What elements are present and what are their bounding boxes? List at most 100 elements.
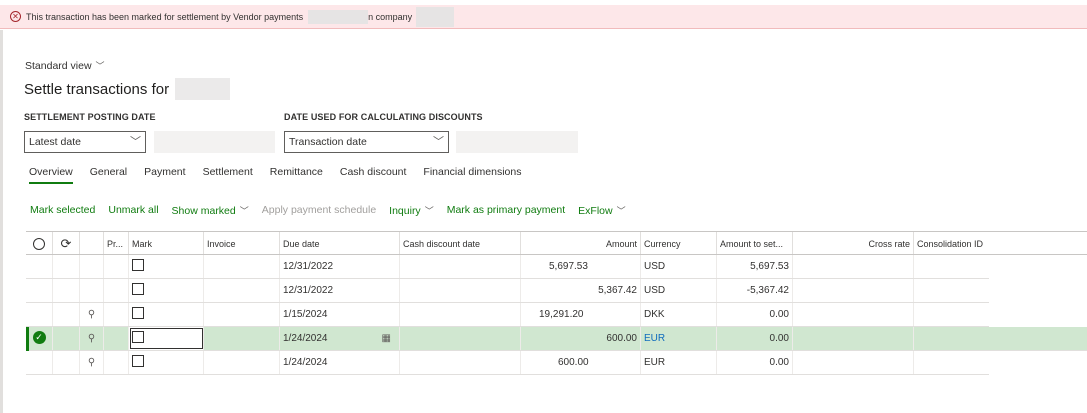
column-header-cross-rate[interactable]: Cross rate xyxy=(793,232,914,254)
column-header-currency[interactable]: Currency xyxy=(641,232,717,254)
currency-cell: DKK xyxy=(641,303,717,326)
tab-settlement[interactable]: Settlement xyxy=(203,166,253,184)
error-circle-icon: ✕ xyxy=(10,11,21,22)
cross-rate-cell xyxy=(793,327,914,350)
row-blank-cell xyxy=(53,351,80,374)
apply-payment-schedule-button[interactable]: Apply payment schedule xyxy=(262,204,376,217)
refresh-icon: ⟳ xyxy=(60,236,72,251)
tab-general[interactable]: General xyxy=(90,166,127,184)
row-pr-cell xyxy=(104,279,129,302)
chevron-down-icon: ﹀ xyxy=(616,206,626,216)
exflow-button[interactable]: ExFlow ﹀ xyxy=(578,204,625,217)
view-label: Standard view xyxy=(25,59,92,72)
discount-date-select[interactable]: Transaction date ﹀ xyxy=(284,131,449,153)
redacted-text xyxy=(175,78,231,100)
currency-cell: USD xyxy=(641,255,717,278)
settlement-date-field xyxy=(154,131,275,153)
refresh-button[interactable]: ⟳ xyxy=(53,232,80,254)
row-select-cell[interactable] xyxy=(26,279,53,302)
amount-to-settle-cell[interactable]: 0.00 xyxy=(717,351,793,374)
row-blank-cell xyxy=(53,279,80,302)
calendar-icon[interactable]: ▦ xyxy=(382,327,391,350)
show-marked-button[interactable]: Show marked ﹀ xyxy=(172,204,249,217)
mark-checkbox[interactable] xyxy=(132,355,144,368)
consolidation-id-cell xyxy=(914,351,989,374)
amount-to-settle-cell[interactable]: 0.00 xyxy=(717,327,793,350)
mark-cell[interactable] xyxy=(129,279,204,302)
consolidation-id-cell xyxy=(914,303,989,326)
amount-to-settle-cell[interactable]: 0.00 xyxy=(717,303,793,326)
row-select-cell[interactable]: ✓ xyxy=(26,327,53,350)
column-header-consolidation-id[interactable]: Consolidation ID xyxy=(914,232,1087,254)
consolidation-id-cell xyxy=(914,255,989,278)
grid-header: ⟳ Pr... Mark Invoice Due date Cash disco… xyxy=(26,231,1087,255)
invoice-cell xyxy=(204,255,280,278)
mark-cell[interactable] xyxy=(129,303,204,326)
table-row[interactable]: ⚲ 1/24/2024 600.00 EUR 0.00 xyxy=(26,351,989,375)
mark-checkbox[interactable] xyxy=(132,259,144,272)
row-select-cell[interactable] xyxy=(26,303,53,326)
amount-debit: 600.00 xyxy=(558,357,589,368)
view-selector[interactable]: Standard view ﹀ xyxy=(25,59,105,72)
mark-checkbox[interactable] xyxy=(132,283,144,296)
amount-cell: 19,291.20 xyxy=(521,303,641,326)
amount-to-settle-cell[interactable]: -5,367.42 xyxy=(717,279,793,302)
settlement-posting-date-select[interactable]: Latest date ﹀ xyxy=(24,131,146,153)
user-gear-icon: ⚲ xyxy=(87,357,96,368)
mark-checkbox[interactable] xyxy=(132,307,144,320)
column-header-due-date[interactable]: Due date xyxy=(280,232,400,254)
cash-discount-date-cell xyxy=(400,279,521,302)
currency-cell[interactable]: EUR xyxy=(641,327,717,350)
cash-discount-date-cell xyxy=(400,351,521,374)
tab-bar: Overview General Payment Settlement Remi… xyxy=(25,166,538,184)
chevron-down-icon: ﹀ xyxy=(424,206,434,216)
tab-remittance[interactable]: Remittance xyxy=(270,166,323,184)
table-row[interactable]: 12/31/2022 5,367.42 USD -5,367.42 xyxy=(26,279,989,303)
invoice-cell xyxy=(204,351,280,374)
mark-as-primary-payment-button[interactable]: Mark as primary payment xyxy=(447,204,565,217)
column-header-cash-discount-date[interactable]: Cash discount date xyxy=(400,232,521,254)
chevron-down-icon: ﹀ xyxy=(433,136,444,148)
table-row[interactable]: 12/31/2022 5,697.53 USD 5,697.53 xyxy=(26,255,989,279)
inquiry-label: Inquiry xyxy=(389,205,421,217)
row-select-cell[interactable] xyxy=(26,351,53,374)
due-date-cell: 1/15/2024 xyxy=(280,303,400,326)
row-pr-cell xyxy=(104,327,129,350)
left-rail xyxy=(0,30,3,413)
discount-date-value: Transaction date xyxy=(289,136,367,148)
column-header-invoice[interactable]: Invoice xyxy=(204,232,280,254)
amount-to-settle-cell[interactable]: 5,697.53 xyxy=(717,255,793,278)
due-date-cell[interactable]: 1/24/2024 ▦ xyxy=(280,327,400,350)
column-header-pr[interactable]: Pr... xyxy=(104,232,129,254)
mark-cell[interactable] xyxy=(129,327,204,350)
page-title-text: Settle transactions for xyxy=(24,80,170,98)
row-select-cell[interactable] xyxy=(26,255,53,278)
table-row-selected[interactable]: ✓ ⚲ 1/24/2024 ▦ 600.00 EUR 0.00 xyxy=(26,327,1087,351)
page-title: Settle transactions for xyxy=(24,78,231,100)
cross-rate-cell xyxy=(793,279,914,302)
tab-payment[interactable]: Payment xyxy=(144,166,185,184)
cross-rate-cell xyxy=(793,255,914,278)
unmark-all-button[interactable]: Unmark all xyxy=(108,204,158,217)
chevron-down-icon: ﹀ xyxy=(130,136,141,148)
column-header-amount[interactable]: Amount xyxy=(521,232,641,254)
mark-cell[interactable] xyxy=(129,351,204,374)
amount-credit: 5,367.42 xyxy=(598,285,637,296)
inquiry-button[interactable]: Inquiry ﹀ xyxy=(389,204,434,217)
column-header-mark[interactable]: Mark xyxy=(129,232,204,254)
row-pr-cell xyxy=(104,303,129,326)
select-all-radio[interactable] xyxy=(26,232,53,254)
amount-debit: 5,697.53 xyxy=(549,261,588,272)
mark-cell[interactable] xyxy=(129,255,204,278)
due-date-value: 1/24/2024 xyxy=(283,333,328,344)
mark-selected-button[interactable]: Mark selected xyxy=(30,204,95,217)
user-gear-icon: ⚲ xyxy=(87,309,96,320)
mark-checkbox[interactable] xyxy=(132,331,144,344)
table-row[interactable]: ⚲ 1/15/2024 19,291.20 DKK 0.00 xyxy=(26,303,989,327)
column-header-amount-to-settle[interactable]: Amount to set... xyxy=(717,232,793,254)
tab-overview[interactable]: Overview xyxy=(29,166,73,184)
tab-financial-dimensions[interactable]: Financial dimensions xyxy=(423,166,521,184)
due-date-cell: 1/24/2024 xyxy=(280,351,400,374)
tab-cash-discount[interactable]: Cash discount xyxy=(340,166,407,184)
message-text-before: This transaction has been marked for set… xyxy=(26,11,304,22)
